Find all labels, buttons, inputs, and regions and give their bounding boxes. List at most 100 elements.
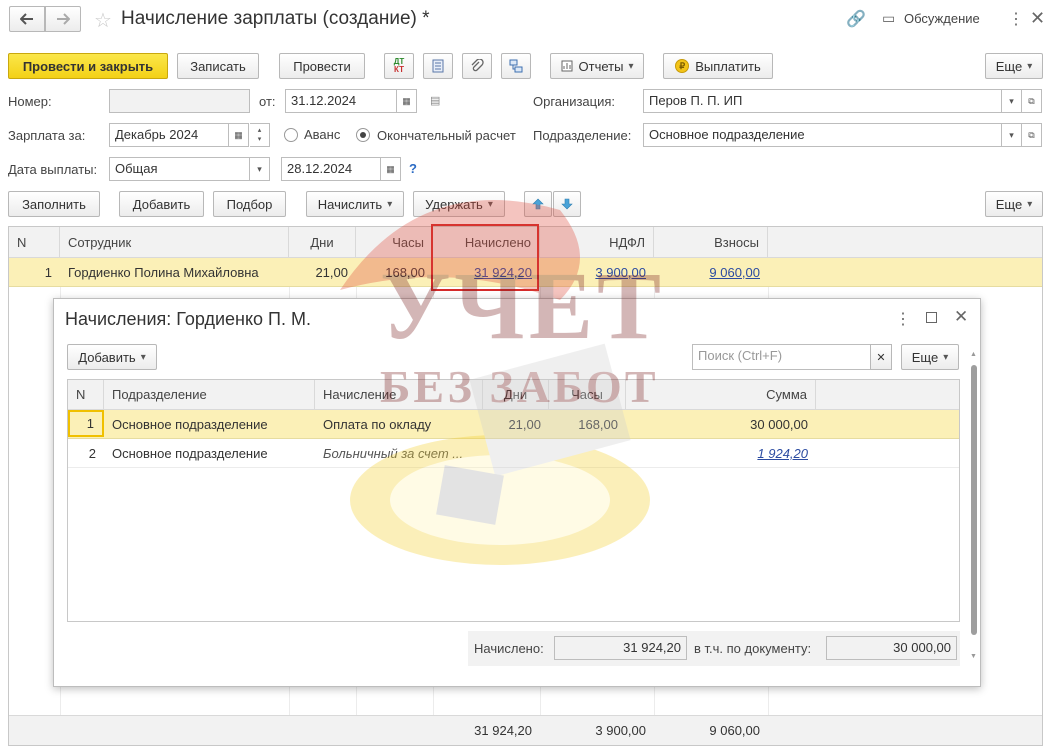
dialog-totals: Начислено: 31 924,20 в т.ч. по документу… bbox=[468, 631, 960, 666]
history-icon[interactable]: ▤ bbox=[430, 94, 440, 107]
dialog-add-button[interactable]: Добавить bbox=[67, 344, 157, 370]
calendar-button[interactable]: ▦ bbox=[397, 89, 417, 113]
radio-advance[interactable] bbox=[284, 128, 298, 142]
search-input[interactable]: Поиск (Ctrl+F) bbox=[692, 344, 871, 370]
maximize-icon[interactable] bbox=[926, 312, 937, 323]
dcol-accrual[interactable]: Начисление bbox=[315, 380, 483, 409]
calendar-icon: ▦ bbox=[234, 129, 243, 140]
dcol-hours[interactable]: Часы bbox=[549, 380, 626, 409]
more-vert-icon[interactable]: ⋮ bbox=[1008, 9, 1024, 29]
more-button[interactable]: Еще bbox=[985, 53, 1043, 79]
footer-contrib: 9 060,00 bbox=[709, 723, 760, 738]
pay-date-type-dropdown[interactable]: ▾ bbox=[250, 157, 270, 181]
pay-date-field[interactable]: 28.12.2024 bbox=[281, 157, 381, 181]
pay-date-calendar-button[interactable]: ▦ bbox=[381, 157, 401, 181]
fill-button[interactable]: Заполнить bbox=[8, 191, 100, 217]
drow-accrual: Оплата по окладу bbox=[323, 416, 432, 432]
month-spinner[interactable]: ▴ ▾ bbox=[250, 123, 270, 147]
list-button[interactable] bbox=[423, 53, 453, 79]
col-hours[interactable]: Часы bbox=[356, 227, 433, 257]
org-open-button[interactable]: ⧉ bbox=[1022, 89, 1042, 113]
move-down-button[interactable] bbox=[553, 191, 581, 217]
number-label: Номер: bbox=[8, 94, 52, 109]
help-link[interactable]: ? bbox=[409, 161, 417, 176]
main-table-footer: 31 924,20 3 900,00 9 060,00 bbox=[9, 715, 1042, 745]
org-dropdown-button[interactable]: ▾ bbox=[1002, 89, 1022, 113]
dept-field[interactable]: Основное подразделение bbox=[643, 123, 1002, 147]
footer-accrued: 31 924,20 bbox=[474, 723, 532, 738]
drow-days bbox=[483, 439, 549, 467]
dcol-dept[interactable]: Подразделение bbox=[104, 380, 315, 409]
dcol-sum[interactable]: Сумма bbox=[626, 380, 816, 409]
discussion-link[interactable]: Обсуждение bbox=[904, 11, 980, 26]
drow-sum: 30 000,00 bbox=[750, 416, 808, 432]
attach-button[interactable] bbox=[462, 53, 492, 79]
link-icon[interactable]: 🔗 bbox=[846, 9, 866, 29]
col-ndfl[interactable]: НДФЛ bbox=[540, 227, 654, 257]
dialog-scrollbar[interactable]: ▲ ▼ bbox=[970, 351, 978, 663]
back-button[interactable] bbox=[9, 6, 45, 32]
post-button[interactable]: Провести bbox=[279, 53, 365, 79]
month-calendar-button[interactable]: ▦ bbox=[229, 123, 249, 147]
col-contrib[interactable]: Взносы bbox=[654, 227, 768, 257]
drow-accrual: Больничный за счет ... bbox=[323, 445, 464, 461]
radio-final[interactable] bbox=[356, 128, 370, 142]
save-button[interactable]: Записать bbox=[177, 53, 259, 79]
dept-open-button[interactable]: ⧉ bbox=[1022, 123, 1042, 147]
calendar-icon: ▦ bbox=[386, 163, 395, 174]
dept-dropdown-button[interactable]: ▾ bbox=[1002, 123, 1022, 147]
clear-icon: ✕ bbox=[876, 351, 886, 364]
salary-for-field[interactable]: Декабрь 2024 bbox=[109, 123, 229, 147]
salary-for-label: Зарплата за: bbox=[8, 128, 86, 143]
drow-sum-link[interactable]: 1 924,20 bbox=[757, 446, 808, 461]
dcol-days[interactable]: Дни bbox=[483, 380, 549, 409]
add-row-button[interactable]: Добавить bbox=[119, 191, 204, 217]
select-button[interactable]: Подбор bbox=[213, 191, 286, 217]
drow-sum[interactable]: 1 924,20 bbox=[626, 439, 816, 467]
drow-n: 1 bbox=[68, 410, 104, 437]
scrollbar-thumb[interactable] bbox=[971, 365, 977, 635]
doc-value: 30 000,00 bbox=[826, 636, 957, 660]
document-list-icon bbox=[432, 59, 444, 73]
move-up-button[interactable] bbox=[524, 191, 552, 217]
accrued-highlight-frame bbox=[431, 224, 539, 291]
col-employee[interactable]: Сотрудник bbox=[60, 227, 289, 257]
dialog-title: Начисления: Гордиенко П. М. bbox=[65, 309, 311, 329]
dialog-more-button[interactable]: Еще bbox=[901, 344, 959, 370]
drow-hours: 168,00 bbox=[578, 416, 618, 432]
arrow-right-icon bbox=[57, 13, 70, 25]
withhold-button[interactable]: Удержать bbox=[413, 191, 505, 217]
drow-dept: Основное подразделение bbox=[112, 445, 268, 461]
arrow-up-icon bbox=[532, 198, 544, 210]
dialog-row[interactable]: 1 Основное подразделение Оплата по оклад… bbox=[68, 410, 959, 439]
star-icon[interactable]: ☆ bbox=[94, 8, 112, 33]
search-clear-button[interactable]: ✕ bbox=[870, 344, 892, 370]
accrue-button[interactable]: Начислить bbox=[306, 191, 404, 217]
col-n[interactable]: N bbox=[9, 227, 60, 257]
forward-button[interactable] bbox=[45, 6, 81, 32]
dialog-more-icon[interactable]: ⋮ bbox=[895, 309, 911, 329]
close-icon[interactable]: ✕ bbox=[1030, 8, 1045, 29]
pay-date-label: Дата выплаты: bbox=[8, 162, 98, 177]
dialog-row[interactable]: 2 Основное подразделение Больничный за с… bbox=[68, 439, 959, 468]
dcol-n[interactable]: N bbox=[68, 380, 104, 409]
doc-label: в т.ч. по документу: bbox=[694, 641, 812, 656]
pay-button[interactable]: ₽ Выплатить bbox=[663, 53, 773, 79]
dialog-close-icon[interactable]: ✕ bbox=[954, 307, 968, 327]
table-more-button[interactable]: Еще bbox=[985, 191, 1043, 217]
org-field[interactable]: Перов П. П. ИП bbox=[643, 89, 1002, 113]
pay-date-type-field[interactable]: Общая bbox=[109, 157, 250, 181]
post-and-close-button[interactable]: Провести и закрыть bbox=[8, 53, 168, 79]
dialog-table: N Подразделение Начисление Дни Часы Сумм… bbox=[67, 379, 960, 622]
drow-days: 21,00 bbox=[508, 416, 541, 432]
reports-button[interactable]: Отчеты bbox=[550, 53, 644, 79]
dept-label: Подразделение: bbox=[533, 128, 632, 143]
dt-kt-button[interactable]: ДТ КТ bbox=[384, 53, 414, 79]
date-field[interactable]: 31.12.2024 bbox=[285, 89, 397, 113]
footer-ndfl: 3 900,00 bbox=[595, 723, 646, 738]
discussion-icon[interactable]: ▭ bbox=[882, 10, 895, 27]
arrow-left-icon bbox=[20, 13, 33, 25]
col-days[interactable]: Дни bbox=[289, 227, 356, 257]
structure-button[interactable] bbox=[501, 53, 531, 79]
date-label: от: bbox=[259, 94, 276, 109]
